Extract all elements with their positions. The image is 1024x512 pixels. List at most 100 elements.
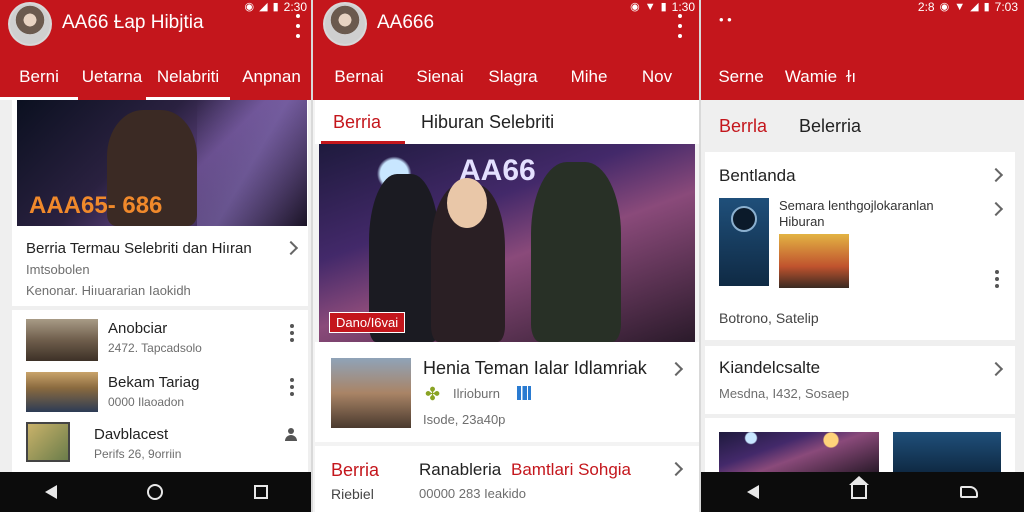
chevron-right-icon[interactable] xyxy=(988,201,1004,217)
more-options-icon[interactable] xyxy=(995,270,999,288)
status-bar: ◉ ◢ ▮ 2:30 xyxy=(245,0,308,14)
list-thumb xyxy=(26,372,98,412)
list-item-meta: 2472. Tapcadsolo xyxy=(108,341,202,355)
section-title: Kiandelcsalte xyxy=(719,358,821,377)
wifi-icon: ▼ xyxy=(954,0,966,13)
featured-sub: Imtsobolen xyxy=(26,262,90,277)
video-thumb[interactable] xyxy=(719,432,879,472)
app-bar: 2:8 ◉ ▼ ◢ ▮ 7:03 • • Serne Wamie ɫı xyxy=(701,0,1024,100)
featured-card[interactable]: AAA65- 686 Berria Termau Selebriti dan H… xyxy=(12,100,308,306)
chevron-right-icon[interactable] xyxy=(988,167,1004,183)
section-card[interactable]: Bentlanda Semara lenthgojlokaranlan Hibu… xyxy=(705,152,1015,340)
signal-icon: ◢ xyxy=(970,0,979,13)
app-bar: ◉ ◢ ▮ 2:30 AA66 Ƚap Hibjtia Berni Uetarn… xyxy=(0,0,313,100)
tab-serne[interactable]: Serne xyxy=(701,54,781,100)
back-icon[interactable] xyxy=(747,485,760,499)
phone-screen-3: 2:8 ◉ ▼ ◢ ▮ 7:03 • • Serne Wamie ɫı Berr… xyxy=(701,0,1024,512)
subtab-berrla[interactable]: Berrla xyxy=(719,116,767,137)
list-item-title[interactable]: Anobciar xyxy=(108,320,167,337)
chevron-right-icon[interactable] xyxy=(668,361,684,377)
tab-bar: Serne Wamie ɫı xyxy=(701,54,1024,100)
sub-tab-bar: Berria Hiburan Selebriti xyxy=(315,100,699,144)
overflow-menu-icon[interactable] xyxy=(293,14,303,38)
thumbnail-strip xyxy=(705,418,1015,472)
tab-more[interactable]: ɫı xyxy=(841,54,861,100)
article-title: Henia Teman Ialar Idlamriak xyxy=(423,358,647,378)
item-sub: Hiburan xyxy=(779,214,825,229)
article-thumb xyxy=(331,358,411,428)
more-options-icon[interactable] xyxy=(290,324,294,342)
status-time: 1:30 xyxy=(671,0,695,14)
tab-sienai[interactable]: Sienai xyxy=(405,54,475,100)
system-nav-bar xyxy=(0,472,313,512)
avatar[interactable] xyxy=(8,2,52,46)
overflow-menu-icon[interactable] xyxy=(675,14,685,38)
recent-apps-icon[interactable] xyxy=(253,485,268,499)
status-bar: ◉ ▼ ▮ 1:30 xyxy=(630,0,695,14)
signal-icon: ◢ xyxy=(259,0,268,13)
tab-nov[interactable]: Nov xyxy=(627,54,687,100)
phone-screen-2: ◉ ▼ ▮ 1:30 AA666 Bernai Sienai Slagra Mi… xyxy=(313,0,701,512)
item-thumb xyxy=(779,234,849,288)
tab-nelabriti[interactable]: Nelabriti xyxy=(146,54,230,100)
tab-berni[interactable]: Berni xyxy=(0,54,78,100)
subtab-hiburan-selebriti[interactable]: Hiburan Selebriti xyxy=(421,112,554,133)
list-item-meta: Perifs 26, 9orriin xyxy=(94,447,182,461)
tab-uetarna[interactable]: Uetarna xyxy=(78,54,146,100)
list-thumb xyxy=(26,319,98,361)
phone-screen-1: ◉ ◢ ▮ 2:30 AA66 Ƚap Hibjtia Berni Uetarn… xyxy=(0,0,313,512)
home-icon[interactable] xyxy=(849,476,870,499)
article-title-highlight: Bamtlari Sohgia xyxy=(511,460,632,479)
list-item-title[interactable]: Davblacest xyxy=(94,426,168,443)
article-meta: 00000 283 Ieakido xyxy=(419,486,526,501)
status-bar: 2:8 ◉ ▼ ◢ ▮ 7:03 xyxy=(918,0,1018,14)
leaf-icon: ✤ xyxy=(425,384,441,404)
section-card[interactable]: Kiandelcsalte Mesdna, I432, Sosaep xyxy=(705,346,1015,414)
back-icon[interactable] xyxy=(45,485,58,499)
share-icon[interactable] xyxy=(959,486,978,498)
list-thumb xyxy=(26,422,70,462)
wifi-icon: ▼ xyxy=(644,0,656,13)
app-title: AA66 Ƚap Hibjtia xyxy=(62,12,204,33)
article-source: Ilrioburn xyxy=(453,386,500,401)
tab-wamie[interactable]: Wamie xyxy=(781,54,841,100)
battery-icon: ▮ xyxy=(272,0,279,13)
app-bar: ◉ ▼ ▮ 1:30 AA666 Bernai Sienai Slagra Mi… xyxy=(313,0,701,100)
person-icon[interactable] xyxy=(284,428,298,442)
avatar[interactable] xyxy=(323,2,367,46)
article-card[interactable]: Berria Ranableria Bamtlari Sohgia Riebie… xyxy=(315,446,699,512)
subtab-berria[interactable]: Berria xyxy=(333,112,381,133)
article-sub: Riebiel xyxy=(331,486,374,502)
alarm-icon: ◉ xyxy=(630,0,640,13)
status-left: 2:8 xyxy=(917,0,935,14)
battery-icon: ▮ xyxy=(660,0,667,13)
chevron-right-icon[interactable] xyxy=(668,461,684,477)
article-card[interactable]: Henia Teman Ialar Idlamriak ✤ Ilrioburn … xyxy=(315,342,699,442)
news-list: Anobciar 2472. Tapcadsolo Bekam Tariaɡ 0… xyxy=(12,310,308,472)
list-item-meta: 0000 Ilaoadon xyxy=(108,395,185,409)
status-time: 2:30 xyxy=(283,0,307,14)
battery-icon: ▮ xyxy=(983,0,990,13)
tab-slagra[interactable]: Slagra xyxy=(475,54,551,100)
article-thumb xyxy=(719,198,769,286)
home-icon[interactable] xyxy=(147,484,164,500)
hero-image[interactable]: AA66 Dano/I6vai xyxy=(319,144,695,342)
chevron-right-icon[interactable] xyxy=(988,361,1004,377)
tab-anpnan[interactable]: Anpnan xyxy=(230,54,313,100)
article-title: Ranableria xyxy=(419,460,502,479)
section-meta: Mesdna, I432, Sosaep xyxy=(719,386,850,401)
status-dots-icon: • • xyxy=(719,12,732,27)
list-item-title[interactable]: Bekam Tariaɡ xyxy=(108,374,199,391)
video-thumb[interactable] xyxy=(893,432,1001,472)
section-meta: Botrono, Satelip xyxy=(719,310,819,326)
featured-meta: Kenonar. Hiıuararian Iaokidh xyxy=(26,283,191,298)
tab-bar: Bernai Sienai Slagra Mihe Nov xyxy=(313,54,701,100)
tab-mihe[interactable]: Mihe xyxy=(551,54,627,100)
subtab-belerria[interactable]: Belerria xyxy=(799,116,861,137)
hero-image: AAA65- 686 xyxy=(17,100,307,226)
more-options-icon[interactable] xyxy=(290,378,294,396)
item-title: Semara lenthgojlokaranlan xyxy=(779,198,934,213)
chevron-right-icon[interactable] xyxy=(283,240,299,256)
grid-icon xyxy=(517,386,531,400)
tab-bernai[interactable]: Bernai xyxy=(313,54,405,100)
